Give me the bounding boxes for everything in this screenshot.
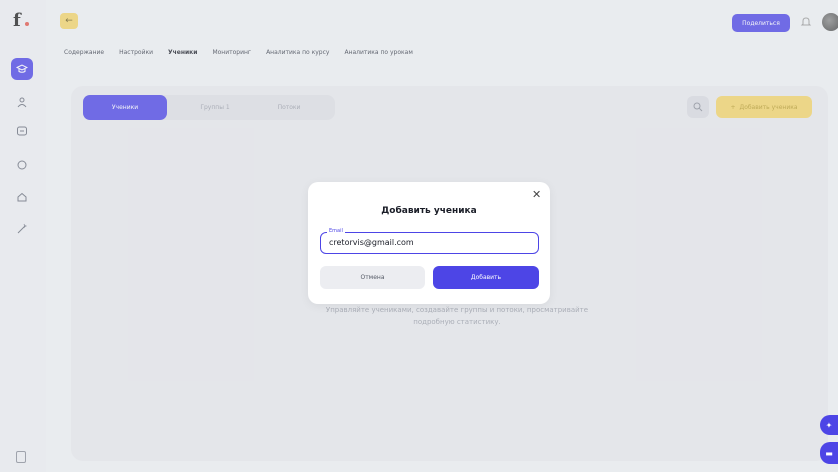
chat-fab-button[interactable]: ▬ [820, 442, 838, 464]
add-button[interactable]: Добавить [433, 266, 539, 289]
cancel-button[interactable]: Отмена [320, 266, 425, 289]
magic-fab-button[interactable]: ✦ [820, 415, 838, 435]
magic-wand-icon: ✦ [825, 420, 833, 430]
email-field-label: Email [327, 228, 345, 234]
close-icon[interactable]: ✕ [532, 188, 541, 201]
add-student-modal: ✕ Добавить ученика Email cretorvis@gmail… [308, 182, 550, 304]
chat-icon: ▬ [825, 448, 833, 458]
email-field[interactable]: Email cretorvis@gmail.com [320, 228, 539, 254]
modal-title: Добавить ученика [381, 206, 477, 216]
email-field-value[interactable]: cretorvis@gmail.com [329, 238, 414, 247]
